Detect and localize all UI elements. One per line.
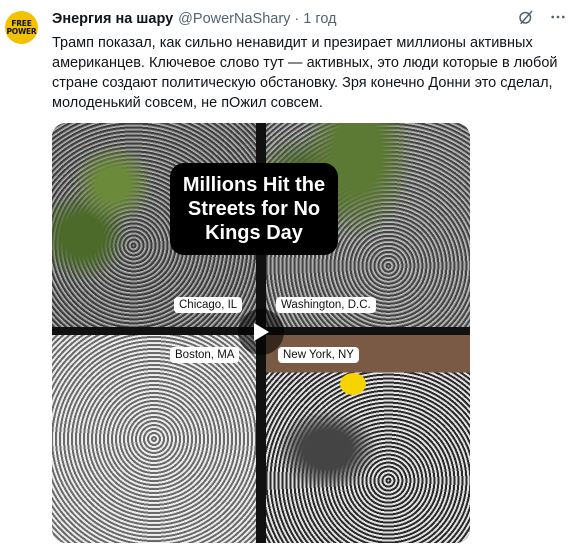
yellow-balloon: [340, 373, 366, 395]
tweet[interactable]: FREE POWER Энергия на шару @PowerNaShary…: [0, 0, 581, 551]
play-button[interactable]: [238, 309, 284, 355]
avatar[interactable]: FREE POWER: [5, 11, 38, 44]
video-headline: Millions Hit the Streets for No Kings Da…: [170, 163, 338, 255]
tweet-text: Трамп показал, как сильно ненавидит и пр…: [52, 35, 558, 111]
city-label-boston: Boston, MA: [170, 347, 240, 363]
tweet-video[interactable]: Millions Hit the Streets for No Kings Da…: [52, 123, 470, 543]
more-icon[interactable]: [549, 8, 567, 26]
avatar-text-line2: POWER: [6, 26, 37, 36]
timestamp[interactable]: 1 год: [303, 11, 336, 27]
crowd-image-new-york: [266, 335, 470, 543]
city-label-new-york: New York, NY: [278, 347, 359, 363]
tweet-header: Энергия на шару @PowerNaShary · 1 год: [52, 9, 337, 29]
grok-icon[interactable]: [517, 8, 535, 26]
play-icon: [254, 323, 269, 341]
display-name[interactable]: Энергия на шару: [52, 11, 173, 27]
crowd-image-boston: [52, 335, 256, 543]
city-label-chicago: Chicago, IL: [174, 297, 243, 313]
tweet-actions: [517, 8, 567, 26]
user-handle[interactable]: @PowerNaShary: [178, 11, 290, 27]
city-label-washington: Washington, D.C.: [276, 297, 376, 313]
video-headline-text: Millions Hit the Streets for No Kings Da…: [182, 174, 326, 244]
separator-dot: ·: [294, 11, 300, 27]
